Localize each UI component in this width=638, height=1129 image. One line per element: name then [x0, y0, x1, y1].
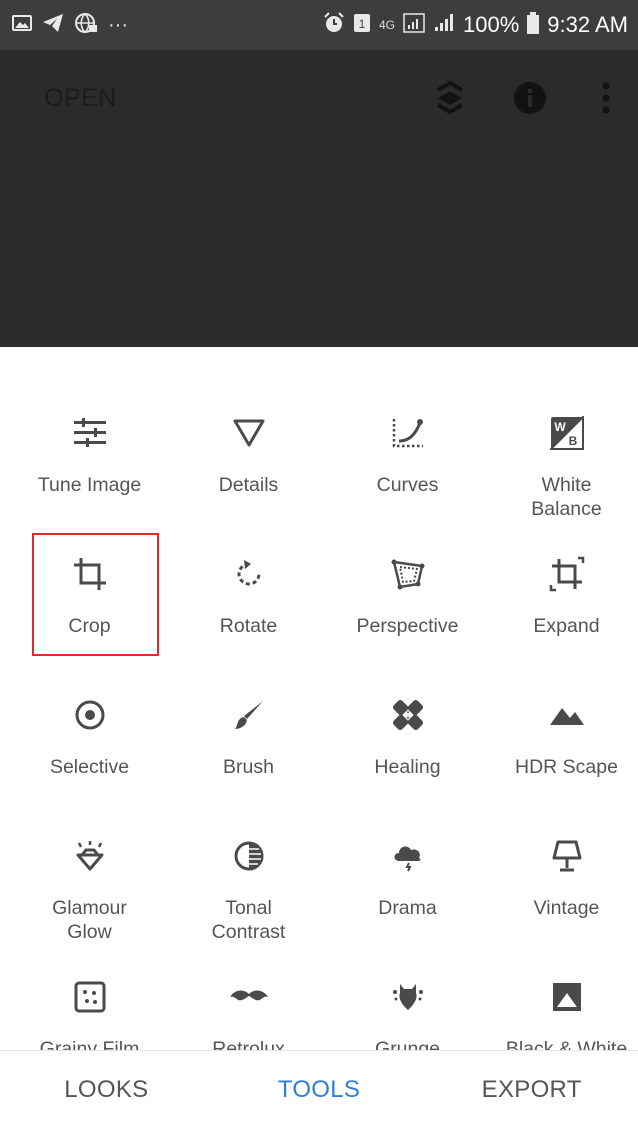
info-icon[interactable] [512, 78, 548, 118]
tool-label: Perspective [356, 615, 459, 637]
status-bar: ··· 1 4G 100% 9:32 AM [0, 0, 638, 50]
tool-curves[interactable]: Curves [328, 413, 487, 497]
drama-icon [388, 836, 428, 876]
tool-label: Black & White [505, 1038, 628, 1050]
tool-vintage[interactable]: Vintage [487, 836, 638, 920]
tool-details[interactable]: Details [169, 413, 328, 497]
tool-label: Tonal Contrast [211, 897, 286, 943]
more-options-icon[interactable] [588, 78, 624, 118]
black-white-icon [547, 977, 587, 1017]
gallery-notification-icon [12, 14, 32, 36]
tool-selective[interactable]: Selective [10, 695, 169, 779]
vintage-icon [547, 836, 587, 876]
tool-label: Details [218, 474, 279, 496]
tool-rotate[interactable]: Rotate [169, 554, 328, 638]
tab-looks[interactable]: LOOKS [0, 1076, 213, 1104]
tool-white-balance[interactable]: WB White Balance [487, 413, 638, 521]
tool-label: Drama [378, 897, 437, 919]
tool-retrolux[interactable]: Retrolux [169, 977, 328, 1050]
grunge-icon [388, 977, 428, 1017]
crop-highlight-box [32, 533, 159, 656]
tool-label: Curves [376, 474, 439, 496]
tool-label: Glamour Glow [52, 897, 127, 943]
network-type: 4G [378, 17, 395, 32]
vpn-globe-icon [74, 12, 98, 38]
tab-export[interactable]: EXPORT [425, 1076, 638, 1104]
tool-expand[interactable]: Expand [487, 554, 638, 638]
details-icon [229, 413, 269, 453]
stacks-undo-icon[interactable] [432, 78, 468, 118]
glamour-glow-icon [70, 836, 110, 876]
tool-drama[interactable]: Drama [328, 836, 487, 920]
tune-image-icon [70, 413, 110, 453]
battery-icon [527, 12, 540, 38]
tool-label: HDR Scape [515, 756, 618, 778]
selective-icon [70, 695, 110, 735]
hdr-scape-icon [547, 695, 587, 735]
tool-label: Healing [374, 756, 441, 778]
perspective-icon [388, 554, 428, 594]
telegram-notification-icon [42, 13, 64, 37]
clock: 9:32 AM [547, 12, 628, 37]
tool-hdr-scape[interactable]: HDR Scape [487, 695, 638, 779]
signal-sim2-icon [433, 13, 455, 37]
curves-icon [388, 413, 428, 453]
tool-label: Retrolux [212, 1038, 285, 1050]
tool-label: Rotate [219, 615, 278, 637]
grainy-film-icon [70, 977, 110, 1017]
tool-label: Grunge [374, 1038, 441, 1050]
svg-text:B: B [568, 434, 577, 448]
tab-tools[interactable]: TOOLS [213, 1076, 426, 1104]
tonal-contrast-icon [229, 836, 269, 876]
tool-black-white[interactable]: Black & White [487, 977, 638, 1050]
svg-text:1: 1 [359, 17, 366, 31]
tool-label: White Balance [531, 474, 602, 520]
bottom-nav: LOOKS TOOLS EXPORT [0, 1050, 638, 1129]
tool-label: Expand [533, 615, 600, 637]
retrolux-icon [229, 977, 269, 1017]
tool-healing[interactable]: Healing [328, 695, 487, 779]
tool-label: Vintage [533, 897, 600, 919]
status-right: 1 4G 100% 9:32 AM [323, 12, 628, 38]
tool-brush[interactable]: Brush [169, 695, 328, 779]
more-notifications-icon: ··· [108, 14, 128, 36]
open-button[interactable]: OPEN [44, 84, 117, 113]
tool-label: Grainy Film [39, 1038, 140, 1050]
white-balance-icon: WB [547, 413, 587, 453]
signal-sim1-icon [403, 13, 425, 37]
status-left: ··· [12, 12, 128, 38]
tool-glamour-glow[interactable]: Glamour Glow [10, 836, 169, 944]
rotate-icon [229, 554, 269, 594]
tool-grunge[interactable]: Grunge [328, 977, 487, 1050]
expand-icon [547, 554, 587, 594]
sim-one-icon: 1 [353, 13, 371, 37]
battery-percent: 100% [463, 12, 520, 37]
tool-perspective[interactable]: Perspective [328, 554, 487, 638]
svg-text:W: W [554, 420, 566, 434]
dimmed-header-area: OPEN [0, 50, 638, 347]
tools-panel: Tune Image Details Curves WB White Balan… [0, 347, 638, 1050]
tool-tonal-contrast[interactable]: Tonal Contrast [169, 836, 328, 944]
tool-tune-image[interactable]: Tune Image [10, 413, 169, 497]
alarm-icon [323, 12, 345, 38]
tool-label: Brush [223, 756, 274, 778]
tool-label: Tune Image [37, 474, 142, 496]
brush-icon [229, 695, 269, 735]
healing-icon [388, 695, 428, 735]
tool-grainy-film[interactable]: Grainy Film [10, 977, 169, 1050]
tool-label: Selective [49, 756, 130, 778]
